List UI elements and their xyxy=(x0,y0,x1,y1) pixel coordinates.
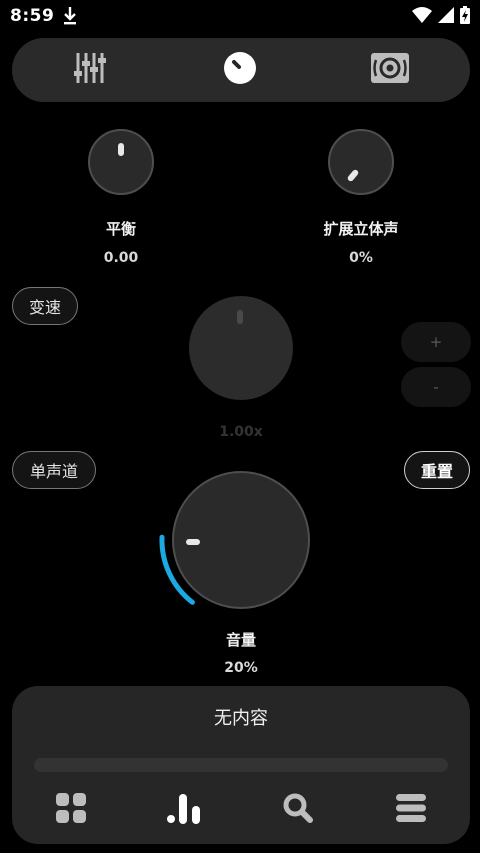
nav-menu-button[interactable] xyxy=(393,792,429,828)
mono-button[interactable]: 单声道 xyxy=(12,451,96,489)
menu-icon xyxy=(395,793,427,827)
speaker-icon xyxy=(370,52,410,88)
speed-button[interactable]: 变速 xyxy=(12,287,78,325)
stereo-expand-label: 扩展立体声 xyxy=(323,220,399,238)
knob-icon xyxy=(223,51,257,89)
balance-knob[interactable] xyxy=(88,129,154,195)
volume-knob[interactable] xyxy=(172,471,310,609)
balance-label: 平衡 xyxy=(105,220,136,238)
bar-chart-icon xyxy=(166,792,202,828)
speed-plus-button[interactable]: + xyxy=(401,322,471,362)
speed-value: 1.00x xyxy=(219,424,263,440)
grid-icon xyxy=(55,792,87,828)
stereo-expand-value: 0% xyxy=(349,250,373,266)
player-panel: 无内容 xyxy=(12,686,470,844)
now-playing-title: 无内容 xyxy=(214,708,268,729)
equalizer-sliders-icon xyxy=(74,51,106,89)
speed-knob-indicator xyxy=(237,310,243,324)
tab-speaker[interactable] xyxy=(370,50,410,90)
cellular-signal-icon xyxy=(438,7,454,27)
balance-knob-indicator xyxy=(118,143,124,156)
battery-charging-icon xyxy=(460,6,470,28)
tab-equalizer[interactable] xyxy=(70,50,110,90)
tab-knob[interactable] xyxy=(220,50,260,90)
speed-knob[interactable] xyxy=(189,296,293,400)
stereo-expand-knob-indicator xyxy=(346,168,360,183)
playback-progress[interactable] xyxy=(34,758,448,772)
volume-label: 音量 xyxy=(225,631,256,649)
reset-button[interactable]: 重置 xyxy=(404,451,470,489)
wifi-icon xyxy=(412,7,432,27)
download-icon xyxy=(62,6,78,26)
stereo-expand-knob[interactable] xyxy=(328,129,394,195)
speed-minus-button[interactable]: - xyxy=(401,367,471,407)
top-tab-bar xyxy=(12,38,470,102)
volume-value: 20% xyxy=(224,660,258,676)
search-icon xyxy=(282,792,314,828)
nav-search-button[interactable] xyxy=(280,792,316,828)
nav-grid-button[interactable] xyxy=(53,792,89,828)
nav-bar-chart-button[interactable] xyxy=(166,792,202,828)
status-time: 8:59 xyxy=(10,6,55,26)
balance-value: 0.00 xyxy=(103,250,139,266)
volume-knob-indicator xyxy=(186,539,200,545)
